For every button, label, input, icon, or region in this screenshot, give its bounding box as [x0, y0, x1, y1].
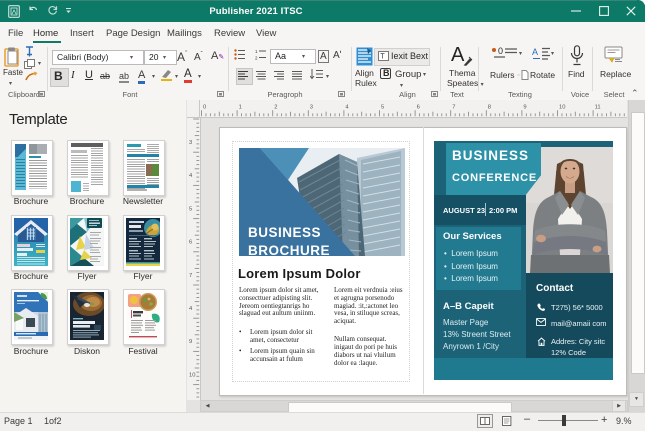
svg-text:A: A — [532, 47, 538, 57]
svg-text:1: 1 — [255, 49, 258, 54]
svg-text:BUSINESS: BUSINESS — [248, 225, 321, 240]
svg-text:BROCHURE: BROCHURE — [248, 243, 330, 256]
svg-text:2: 2 — [255, 56, 258, 61]
svg-text:0: 0 — [498, 46, 503, 56]
